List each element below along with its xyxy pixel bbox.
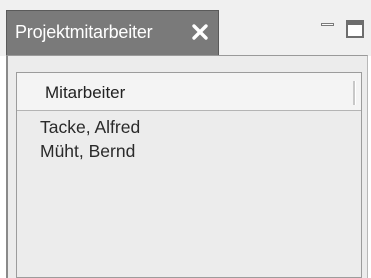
column-resize-handle[interactable]: [353, 81, 356, 105]
tab-label: Projektmitarbeiter: [15, 22, 153, 42]
view-panel: Projektmitarbeiter Mitarbeiter Tacke, Al…: [0, 0, 371, 278]
view-controls: [320, 20, 368, 40]
column-header-label: Mitarbeiter: [45, 83, 126, 102]
minimize-icon[interactable]: [320, 20, 336, 32]
tab-projektmitarbeiter[interactable]: Projektmitarbeiter: [6, 10, 219, 56]
table-row[interactable]: Müht, Bernd: [17, 139, 361, 163]
column-header-mitarbeiter[interactable]: Mitarbeiter: [17, 73, 361, 111]
table-row[interactable]: Tacke, Alfred: [17, 115, 361, 139]
table-rows: Tacke, Alfred Müht, Bernd: [17, 115, 361, 163]
tab-strip: Projektmitarbeiter: [0, 0, 371, 56]
close-icon[interactable]: [191, 23, 209, 41]
employee-table[interactable]: Mitarbeiter Tacke, Alfred Müht, Bernd: [16, 72, 362, 278]
maximize-icon[interactable]: [346, 20, 364, 38]
